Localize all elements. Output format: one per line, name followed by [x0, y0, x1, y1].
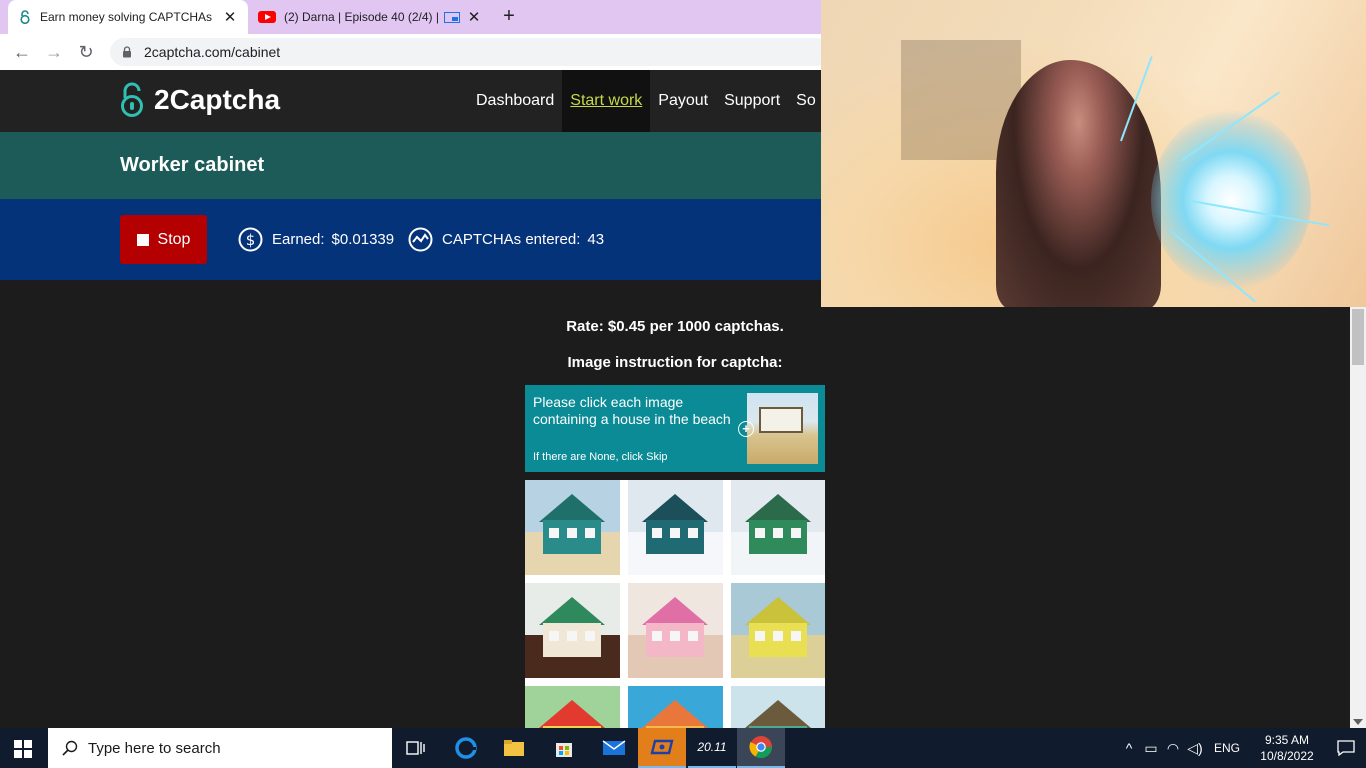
file-explorer-icon[interactable] — [490, 728, 538, 768]
timer-icon[interactable]: 20.11 — [688, 728, 736, 768]
instruction-subtext: If there are None, click Skip — [533, 451, 668, 463]
earned-label: Earned: — [272, 231, 325, 248]
back-arrow-icon[interactable]: ← — [10, 40, 34, 64]
close-tab-icon[interactable]: ✕ — [466, 8, 482, 26]
forward-arrow-icon[interactable]: → — [42, 40, 66, 64]
page-title: Worker cabinet — [120, 154, 265, 176]
store-icon[interactable] — [540, 728, 588, 768]
system-tray: ^ ▭ ◠ ◁) ENG 9:35 AM 10/8/2022 — [1118, 728, 1366, 768]
captcha-tile[interactable] — [525, 583, 620, 678]
picture-in-picture-icon — [444, 11, 460, 23]
stop-button[interactable]: Stop — [120, 215, 207, 264]
clock-date: 10/8/2022 — [1260, 749, 1314, 763]
close-tab-icon[interactable]: ✕ — [222, 8, 238, 26]
2captcha-lock-icon — [20, 10, 30, 24]
earned-value: $0.01339 — [331, 231, 395, 248]
timer-label: 20.11 — [697, 740, 727, 754]
taskbar-search[interactable]: Type here to search — [48, 728, 392, 768]
entered-label: CAPTCHAs entered: — [442, 231, 581, 248]
tab-title: (2) Darna | Episode 40 (2/4) | — [284, 10, 438, 24]
mail-icon[interactable] — [590, 728, 638, 768]
rate-text: Rate: $0.45 per 1000 captchas. — [566, 318, 784, 335]
tab-2captcha[interactable]: Earn money solving CAPTCHAs ✕ — [8, 0, 248, 34]
captcha-image-grid — [525, 480, 825, 730]
nav-start-work[interactable]: Start work — [562, 70, 651, 132]
language-indicator[interactable]: ENG — [1214, 741, 1240, 755]
captcha-tile[interactable] — [628, 583, 723, 678]
2captcha-logo-icon — [121, 82, 143, 117]
new-tab-button[interactable]: + — [498, 6, 520, 28]
stop-label: Stop — [157, 230, 191, 248]
earned-stat: $ Earned: $0.01339 — [238, 227, 394, 252]
brand-name: 2Captcha — [154, 84, 281, 115]
lock-icon — [123, 46, 131, 58]
chrome-icon[interactable] — [737, 728, 785, 768]
tab-title: Earn money solving CAPTCHAs — [40, 10, 213, 24]
captcha-tile[interactable] — [731, 583, 825, 678]
address-bar[interactable]: 2captcha.com/cabinet — [110, 38, 830, 66]
search-icon — [62, 740, 78, 756]
screen-recorder-icon[interactable] — [638, 728, 686, 768]
volume-icon[interactable]: ◁) — [1184, 740, 1206, 757]
edge-icon[interactable] — [442, 728, 490, 768]
reload-icon[interactable]: ↻ — [74, 40, 98, 64]
windows-taskbar: Type here to search 20.11 ^ ▭ ◠ ◁) ENG 9… — [0, 728, 1366, 768]
captcha-tile[interactable] — [525, 480, 620, 575]
main-nav: Dashboard Start work Payout Support So — [468, 70, 824, 132]
scroll-down-arrow-icon[interactable] — [1353, 719, 1363, 725]
picture-in-picture-video[interactable] — [821, 0, 1366, 307]
battery-icon[interactable]: ▭ — [1140, 740, 1162, 757]
svg-text:$: $ — [246, 231, 256, 249]
stop-square-icon — [136, 233, 149, 246]
youtube-icon — [258, 11, 276, 23]
notifications-icon[interactable] — [1326, 740, 1366, 756]
search-placeholder: Type here to search — [88, 739, 221, 757]
clock-time: 9:35 AM — [1264, 733, 1310, 747]
captcha-instruction-box: Please click each image containing a hou… — [525, 385, 825, 472]
captcha-tile[interactable] — [731, 686, 825, 730]
url-text: 2captcha.com/cabinet — [144, 44, 281, 60]
brand-logo[interactable]: 2Captcha — [120, 82, 280, 118]
chevron-up-icon[interactable]: ^ — [1118, 740, 1140, 756]
video-lightning-glow — [1151, 110, 1311, 290]
instruction-title: Image instruction for captcha: — [567, 354, 783, 371]
wifi-icon[interactable]: ◠ — [1162, 740, 1184, 757]
chart-circle-icon — [408, 227, 433, 252]
entered-value: 43 — [587, 231, 605, 248]
entered-stat: CAPTCHAs entered: 43 — [408, 227, 604, 252]
instruction-text: Please click each image containing a hou… — [533, 394, 731, 427]
captcha-tile[interactable] — [731, 480, 825, 575]
task-view-icon[interactable] — [392, 728, 440, 768]
captcha-tile[interactable] — [628, 480, 723, 575]
captcha-work-area: Rate: $0.45 per 1000 captchas. Image ins… — [0, 280, 1350, 730]
nav-dashboard[interactable]: Dashboard — [468, 70, 562, 132]
captcha-tile[interactable] — [628, 686, 723, 730]
zoom-plus-icon[interactable]: + — [738, 421, 754, 437]
dollar-circle-icon: $ — [238, 227, 263, 252]
tab-youtube[interactable]: (2) Darna | Episode 40 (2/4) | ✕ — [252, 0, 488, 34]
scrollbar-thumb[interactable] — [1352, 309, 1364, 365]
clock[interactable]: 9:35 AM 10/8/2022 — [1248, 732, 1326, 764]
nav-support[interactable]: Support — [716, 70, 788, 132]
page-scrollbar[interactable] — [1350, 307, 1366, 728]
nav-payout[interactable]: Payout — [650, 70, 716, 132]
nav-so[interactable]: So — [788, 70, 824, 132]
windows-start-icon[interactable] — [14, 740, 32, 758]
example-image — [747, 393, 818, 464]
captcha-tile[interactable] — [525, 686, 620, 730]
